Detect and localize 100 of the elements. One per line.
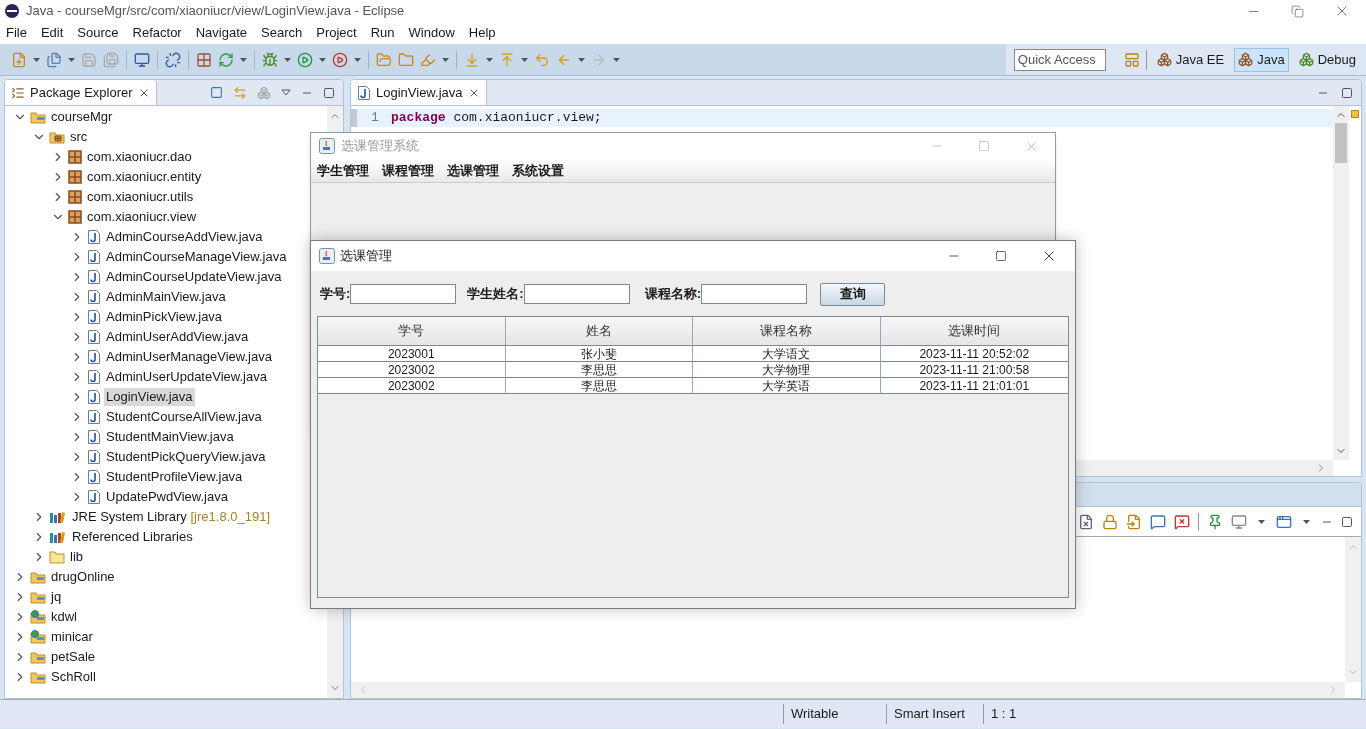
perspective-button[interactable]: Debug [1294, 47, 1360, 72]
pin-icon[interactable] [1207, 513, 1223, 530]
menu-item[interactable]: Edit [40, 23, 64, 43]
grid-icon[interactable] [196, 51, 212, 68]
caret-icon[interactable] [354, 57, 361, 62]
menu-item[interactable]: Window [408, 23, 455, 43]
tree-item[interactable]: drugOnline [49, 568, 117, 586]
tree-item[interactable]: UpdatePwdView.java [104, 488, 230, 506]
maximize-icon[interactable] [1341, 86, 1353, 99]
quick-access-field[interactable]: Quick Access [1013, 48, 1106, 71]
tree-item[interactable]: minicar [49, 628, 95, 646]
menu-item[interactable]: 系统设置 [512, 160, 564, 181]
perspective-button[interactable]: Java [1234, 47, 1289, 72]
column-header[interactable]: 选课时间 [880, 317, 1068, 345]
open-perspective-icon[interactable] [1123, 51, 1140, 68]
tree-item[interactable]: SchRoll [49, 668, 98, 686]
tree-item[interactable]: AdminMainView.java [104, 288, 228, 306]
caret-icon[interactable] [442, 57, 449, 62]
view-menu-icon[interactable] [281, 89, 291, 96]
maximize-icon[interactable] [1341, 515, 1353, 528]
caret-icon[interactable] [68, 57, 75, 62]
tree-item[interactable]: src [68, 128, 90, 146]
menu-item[interactable]: Project [316, 23, 357, 43]
scrollbar[interactable] [1333, 106, 1349, 460]
tree-item[interactable]: petSale [49, 648, 98, 666]
query-button[interactable]: 查询 [820, 282, 886, 306]
caret-icon[interactable] [578, 57, 585, 62]
menu-item[interactable]: File [6, 23, 27, 43]
menu-item[interactable]: 选课管理 [447, 160, 499, 181]
tree-item[interactable]: AdminUserAddView.java [104, 328, 251, 346]
tree-item[interactable]: StudentMainView.java [104, 428, 236, 446]
tree-item[interactable]: kdwl [49, 608, 79, 626]
menu-item[interactable]: Refactor [132, 23, 182, 43]
menu-item[interactable]: Search [261, 23, 303, 43]
tree-item[interactable]: com.xiaoniucr.utils [85, 188, 196, 206]
caret-icon[interactable] [33, 57, 40, 62]
tree-item[interactable]: courseMgr [49, 108, 115, 126]
status-text: Writable [791, 705, 839, 724]
monitor-icon[interactable] [134, 51, 150, 68]
globe-folder-icon [30, 629, 46, 645]
caret-icon[interactable] [521, 57, 528, 62]
monitor-icon[interactable] [1231, 513, 1247, 530]
text-field[interactable] [350, 284, 457, 304]
file-arrow-icon[interactable] [1126, 513, 1142, 530]
run-tool-icon[interactable] [332, 51, 348, 68]
column-header[interactable]: 课程名称 [693, 317, 881, 345]
lock-icon[interactable] [1102, 513, 1118, 530]
tree-item[interactable]: com.xiaoniucr.entity [85, 168, 204, 186]
tree-item[interactable]: AdminPickView.java [104, 308, 225, 326]
tree-item[interactable]: AdminCourseAddView.java [104, 228, 265, 246]
menu-item[interactable]: 学生管理 [317, 160, 369, 181]
play-icon[interactable] [297, 51, 313, 68]
text-field[interactable] [701, 284, 808, 304]
menu-item[interactable]: Source [77, 23, 119, 43]
caret-icon[interactable] [1303, 519, 1310, 524]
tree-item[interactable]: StudentProfileView.java [104, 468, 245, 486]
console-close-icon[interactable] [1174, 513, 1190, 530]
tree-item[interactable]: StudentPickQueryView.java [104, 448, 268, 466]
unlink-icon[interactable] [165, 51, 181, 68]
menu-item[interactable]: Navigate [195, 23, 247, 43]
caret-icon[interactable] [284, 57, 291, 62]
refresh-icon[interactable] [218, 51, 234, 68]
column-header[interactable]: 学号 [318, 317, 506, 345]
text-field[interactable] [523, 284, 630, 304]
tree-item[interactable]: com.xiaoniucr.view [85, 208, 199, 226]
menu-item[interactable]: Run [370, 23, 395, 43]
tree-item[interactable]: StudentCourseAllView.java [104, 408, 264, 426]
tree-item[interactable]: AdminUserManageView.java [104, 348, 274, 366]
caret-icon[interactable] [240, 57, 247, 62]
clear-file-icon[interactable] [1078, 513, 1094, 530]
table-cell: 张小斐 [505, 346, 693, 361]
tree-item[interactable]: LoginView.java [104, 388, 195, 406]
maximize-icon[interactable] [323, 86, 335, 99]
caret-icon[interactable] [486, 57, 493, 62]
tree-item[interactable]: lib [68, 548, 85, 566]
tree-item[interactable]: Referenced Libraries [70, 528, 195, 546]
tree-item[interactable]: com.xiaoniucr.dao [85, 148, 194, 166]
caret-icon[interactable] [1258, 519, 1265, 524]
column-header[interactable]: 姓名 [505, 317, 693, 345]
tree-item[interactable]: AdminUserUpdateView.java [104, 368, 269, 386]
console-icon[interactable] [1150, 513, 1166, 530]
editor-tab[interactable]: LoginView.java [351, 80, 487, 105]
menu-item[interactable]: Help [468, 23, 496, 43]
table-cell: 2023002 [318, 378, 506, 393]
tree-item[interactable]: jq [49, 588, 64, 606]
perspective-button[interactable]: Java EE [1152, 47, 1229, 72]
restore-icon[interactable] [1291, 4, 1304, 18]
tree-item[interactable]: JRE System Library [jre1.8.0_191] [70, 508, 272, 526]
java-file-icon [87, 469, 101, 485]
window-icon[interactable] [1276, 513, 1292, 530]
tree-item[interactable]: AdminCourseUpdateView.java [104, 268, 284, 286]
java-file-icon [87, 449, 101, 465]
bug-icon[interactable] [262, 51, 278, 68]
caret-icon[interactable] [613, 57, 620, 62]
files-icon[interactable] [46, 51, 62, 68]
caret-icon[interactable] [319, 57, 326, 62]
scrollbar-thumb[interactable] [1335, 123, 1347, 163]
menu-item[interactable]: 课程管理 [382, 160, 434, 181]
tree-item[interactable]: AdminCourseManageView.java [104, 248, 289, 266]
maximize-icon[interactable] [995, 250, 1007, 262]
